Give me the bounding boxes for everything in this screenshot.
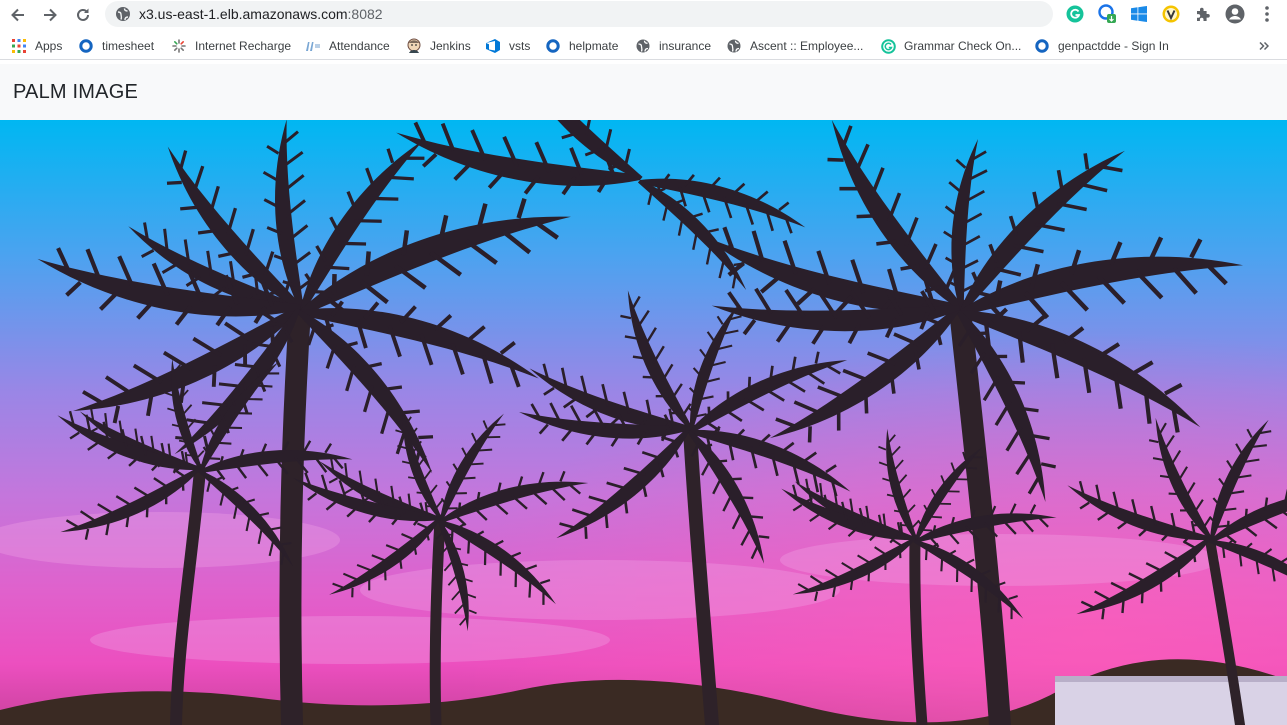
bookmark-timesheet[interactable]: timesheet [78,36,154,56]
bookmark-ascent[interactable]: Ascent :: Employee... [726,36,863,56]
extension-update-icon [1098,4,1116,23]
bookmark-attendance[interactable]: Attendance [305,36,390,56]
browser-menu-button[interactable] [1257,4,1277,24]
update-extension[interactable] [1097,4,1117,24]
bookmark-label: Attendance [329,39,390,53]
bookmark-label: Internet Recharge [195,39,292,53]
back-button[interactable] [6,3,30,27]
bookmarks-bar: Apps timesheet Internet Recharge Attenda… [0,32,1287,60]
grammarly-extension[interactable] [1065,4,1085,24]
palm-image [0,120,1287,725]
bookmark-label: Jenkins [430,39,471,53]
bookmark-label: Ascent :: Employee... [750,39,864,53]
arrow-right-icon [44,8,57,22]
bookmark-label: timesheet [102,39,155,53]
v-extension[interactable] [1161,4,1181,24]
globe-icon [635,38,651,54]
bookmark-label: helpmate [569,39,619,53]
profile-icon [1225,4,1245,24]
reload-button[interactable] [71,3,95,27]
url-port: :8082 [347,6,383,22]
kebab-menu-icon [1265,6,1269,22]
bookmark-label: insurance [659,39,712,53]
spinner-icon [171,38,187,54]
v-extension-icon [1162,5,1180,23]
bookmark-grammar-check[interactable]: Grammar Check On... [880,36,1021,56]
blue-ring-icon [1034,38,1050,54]
bookmark-helpmate[interactable]: helpmate [545,36,618,56]
attendance-icon [305,38,321,54]
bookmark-apps[interactable]: Apps [11,36,62,56]
bookmark-jenkins[interactable]: Jenkins [406,36,471,56]
double-chevron-right-icon [1259,41,1269,51]
vsts-icon [485,38,501,54]
arrow-left-icon [11,8,24,22]
windows-icon [1131,6,1147,22]
palm-tree-sunset-picture [0,120,1287,725]
bookmarks-overflow-button[interactable] [1255,36,1273,56]
blue-ring-icon [545,38,561,54]
navbar-brand[interactable]: PALM IMAGE [13,81,138,104]
apps-grid-icon [11,38,27,54]
puzzle-icon [1197,7,1210,21]
url-text[interactable]: x3.us-east-1.elb.amazonaws.com:8082 [139,6,383,22]
page-navbar: PALM IMAGE [0,64,1287,120]
bookmark-vsts[interactable]: vsts [485,36,530,56]
jenkins-icon [406,38,422,54]
grammarly-icon [1066,5,1084,23]
windows-extension[interactable] [1129,4,1149,24]
bookmark-label: Apps [35,39,63,53]
bookmark-label: vsts [509,39,531,53]
reload-icon [77,8,89,21]
not-secure-globe-icon [116,7,130,21]
url-host: x3.us-east-1.elb.amazonaws.com [139,6,348,22]
bookmark-insurance[interactable]: insurance [635,36,711,56]
globe-icon [726,38,742,54]
blue-ring-icon [78,38,94,54]
bookmark-label: genpactdde - Sign In [1058,39,1169,53]
browser-toolbar: x3.us-east-1.elb.amazonaws.com:8082 [0,0,1287,30]
bookmark-label: Grammar Check On... [904,39,1022,53]
extensions-button[interactable] [1193,4,1213,24]
forward-button[interactable] [38,3,62,27]
bookmark-internet-recharge[interactable]: Internet Recharge [171,36,291,56]
address-bar[interactable]: x3.us-east-1.elb.amazonaws.com:8082 [105,1,1053,27]
grammar-g-icon [880,38,896,54]
bookmark-genpactdde[interactable]: genpactdde - Sign In [1034,36,1169,56]
profile-button[interactable] [1225,4,1245,24]
